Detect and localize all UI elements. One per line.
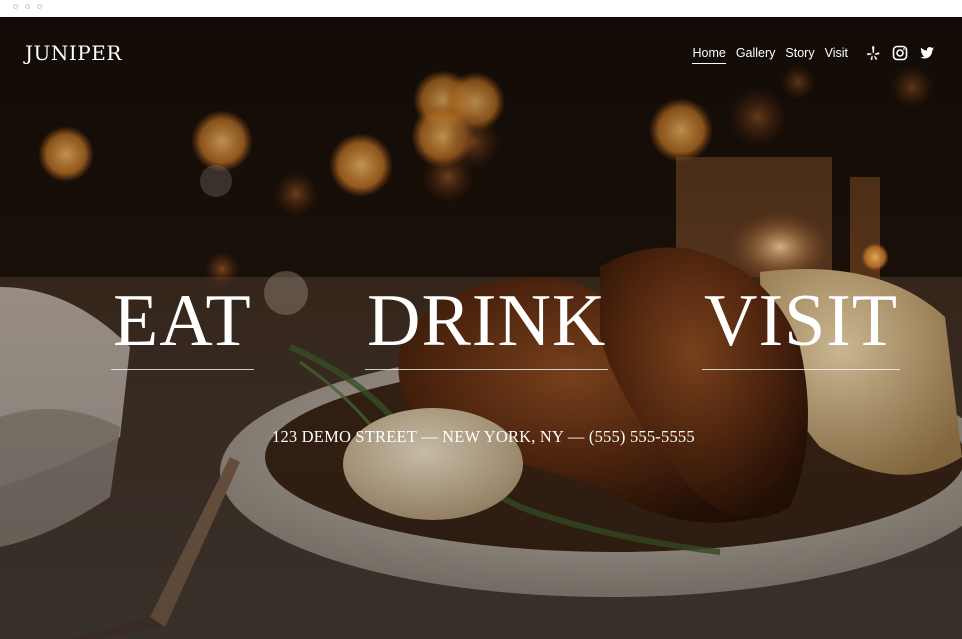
instagram-icon[interactable] <box>892 45 908 61</box>
heading-drink-text: DRINK <box>367 280 607 362</box>
heading-eat: EAT <box>111 284 254 370</box>
hero-section: JUNIPER Home Gallery Story Visit EAT DRI… <box>0 17 962 639</box>
heading-visit-text: VISIT <box>704 280 899 362</box>
heading-visit: VISIT <box>702 284 901 370</box>
window-close-dot[interactable] <box>13 4 18 9</box>
nav-visit-link[interactable]: Visit <box>825 46 848 64</box>
heading-eat-text: EAT <box>113 280 252 362</box>
window-minimize-dot[interactable] <box>25 4 30 9</box>
window-maximize-dot[interactable] <box>37 4 42 9</box>
heading-drink: DRINK <box>365 284 609 370</box>
browser-chrome-bar <box>0 0 962 17</box>
main-navigation: Home Gallery Story Visit <box>692 46 848 64</box>
nav-story-link[interactable]: Story <box>785 46 814 64</box>
social-links <box>865 45 935 61</box>
heading-eat-underline <box>111 369 254 370</box>
restaurant-address: 123 DEMO STREET — NEW YORK, NY — (555) 5… <box>272 427 695 446</box>
nav-home-link[interactable]: Home <box>692 46 726 64</box>
nav-gallery-link[interactable]: Gallery <box>736 46 776 64</box>
twitter-icon[interactable] <box>919 45 935 61</box>
yelp-icon[interactable] <box>865 45 881 61</box>
heading-drink-underline <box>365 369 609 370</box>
window-controls <box>13 4 42 9</box>
heading-visit-underline <box>702 369 901 370</box>
site-logo[interactable]: JUNIPER <box>25 41 122 65</box>
